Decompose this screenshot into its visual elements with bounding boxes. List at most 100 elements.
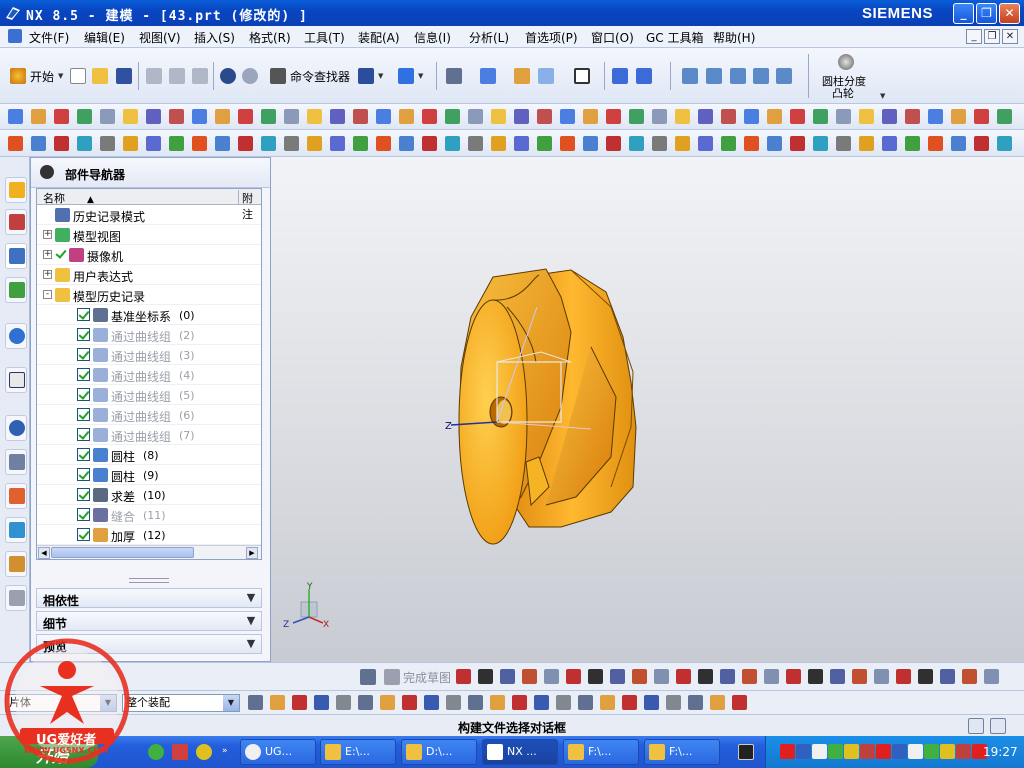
- toolbar-tool-icon[interactable]: [844, 744, 859, 759]
- menu-analysis[interactable]: 分析(L): [469, 29, 509, 46]
- constraint-navigator-tab[interactable]: [5, 209, 27, 235]
- menu-insert[interactable]: 插入(S): [194, 29, 235, 46]
- toolbar-tool-icon[interactable]: [402, 695, 417, 710]
- visible-check-icon[interactable]: [55, 248, 68, 261]
- column-name-header[interactable]: 名称 ▲: [43, 190, 94, 206]
- menu-view[interactable]: 视图(V): [139, 29, 181, 46]
- toolbar-tool-icon[interactable]: [330, 136, 345, 151]
- toolbar-tool-icon[interactable]: [675, 109, 690, 124]
- toolbar-tool-icon[interactable]: [808, 669, 823, 684]
- toolbar-tool-icon[interactable]: [721, 109, 736, 124]
- toolbar-tool-icon[interactable]: [330, 109, 345, 124]
- finish-sketch-button[interactable]: 完成草图: [403, 669, 451, 686]
- toolbar-tool-icon[interactable]: [905, 136, 920, 151]
- toolbar-tool-icon[interactable]: [491, 136, 506, 151]
- toolbar-tool-icon[interactable]: [962, 669, 977, 684]
- chevron-down-icon[interactable]: ▼: [243, 590, 259, 606]
- toolbar-tool-icon[interactable]: [446, 695, 461, 710]
- toolbar-tool-icon[interactable]: [238, 136, 253, 151]
- suppress-checkbox[interactable]: [77, 448, 90, 461]
- cylindrical-index-cam-label-2[interactable]: 凸轮: [832, 85, 854, 101]
- toolbar-tool-icon[interactable]: [31, 136, 46, 151]
- menu-file[interactable]: 文件(F): [29, 29, 69, 46]
- command-finder-button[interactable]: 命令查找器: [290, 68, 350, 85]
- tree-row[interactable]: + 用户表达式: [37, 265, 261, 285]
- toolbar-tool-icon[interactable]: [956, 744, 971, 759]
- toolbar-tool-icon[interactable]: [710, 695, 725, 710]
- toolbar-tool-icon[interactable]: [812, 744, 827, 759]
- doc-close-button[interactable]: ✕: [1002, 29, 1018, 44]
- part-navigator-tab[interactable]: [5, 243, 27, 269]
- tree-row[interactable]: 圆柱 (9): [37, 465, 261, 485]
- toolbar-tool-icon[interactable]: [284, 109, 299, 124]
- toolbar-tool-icon[interactable]: [445, 109, 460, 124]
- start-button[interactable]: 开始: [30, 68, 54, 85]
- toolbar-tool-icon[interactable]: [951, 109, 966, 124]
- toolbar-tool-icon[interactable]: [924, 744, 939, 759]
- toolbar-tool-icon[interactable]: [456, 669, 471, 684]
- toolbar-tool-icon[interactable]: [491, 109, 506, 124]
- selection-scope-combo[interactable]: 整个装配 ▼: [122, 694, 240, 712]
- suppress-checkbox[interactable]: [77, 408, 90, 421]
- reuse-library-tab[interactable]: [5, 277, 27, 303]
- toolbar-tool-icon[interactable]: [169, 109, 184, 124]
- taskbar-item-nx[interactable]: NX ...: [482, 739, 558, 765]
- toolbar-tool-icon[interactable]: [307, 109, 322, 124]
- render-style-icon[interactable]: [446, 68, 462, 84]
- maximize-button[interactable]: ❐: [976, 3, 997, 24]
- dropdown-icon[interactable]: ▼: [880, 92, 885, 100]
- toolbar-tool-icon[interactable]: [632, 669, 647, 684]
- toolbar-tool-icon[interactable]: [261, 136, 276, 151]
- toolbar-tool-icon[interactable]: [376, 136, 391, 151]
- toolbar-tool-icon[interactable]: [896, 669, 911, 684]
- menu-gc-toolkit[interactable]: GC 工具箱: [646, 29, 704, 46]
- toolbar-tool-icon[interactable]: [500, 669, 515, 684]
- toolbar-tool-icon[interactable]: [928, 109, 943, 124]
- toolbar-tool-icon[interactable]: [490, 695, 505, 710]
- toolbar-tool-icon[interactable]: [698, 136, 713, 151]
- toolbar-tool-icon[interactable]: [764, 669, 779, 684]
- undo-icon[interactable]: [220, 68, 236, 84]
- shaded-edges-icon[interactable]: [514, 68, 530, 84]
- expand-icon[interactable]: +: [43, 270, 52, 279]
- toolbar-tool-icon[interactable]: [882, 109, 897, 124]
- selection-tools[interactable]: [244, 691, 764, 715]
- toolbar-tool-icon[interactable]: [654, 669, 669, 684]
- toolbar-tool-icon[interactable]: [399, 109, 414, 124]
- toolbar-tool-icon[interactable]: [892, 744, 907, 759]
- tree-row[interactable]: + 摄像机: [37, 245, 261, 265]
- toolbar-tool-icon[interactable]: [666, 695, 681, 710]
- wcs-icon[interactable]: [636, 68, 652, 84]
- toolbar-tool-icon[interactable]: [876, 744, 891, 759]
- toolbar-tool-icon[interactable]: [445, 136, 460, 151]
- close-button[interactable]: ✕: [999, 3, 1020, 24]
- toolbar-tool-icon[interactable]: [169, 136, 184, 151]
- toolbar-tool-icon[interactable]: [578, 695, 593, 710]
- toolbar-tool-icon[interactable]: [629, 136, 644, 151]
- toolbar-tool-icon[interactable]: [997, 136, 1012, 151]
- menu-format[interactable]: 格式(R): [249, 29, 291, 46]
- quicklaunch-expand-icon[interactable]: »: [222, 746, 228, 756]
- toolbar-tool-icon[interactable]: [215, 109, 230, 124]
- start-dropdown-icon[interactable]: ▼: [58, 72, 63, 80]
- toolbar-tool-icon[interactable]: [192, 136, 207, 151]
- toolbar-tool-icon[interactable]: [424, 695, 439, 710]
- toolbar-tool-icon[interactable]: [813, 136, 828, 151]
- roles-tab[interactable]: [5, 551, 27, 577]
- toolbar-tool-icon[interactable]: [940, 744, 955, 759]
- sketch-tools[interactable]: [456, 663, 1016, 691]
- toolbar-tool-icon[interactable]: [522, 669, 537, 684]
- toolbar-tool-icon[interactable]: [622, 695, 637, 710]
- snap-point-icon[interactable]: [398, 68, 414, 84]
- quicklaunch-add-icon[interactable]: [148, 744, 164, 760]
- system-scene-tab[interactable]: [5, 585, 27, 611]
- tree-row[interactable]: 历史记录模式: [37, 205, 261, 225]
- tree-row[interactable]: 求差 (10): [37, 485, 261, 505]
- toolbar-tool-icon[interactable]: [376, 109, 391, 124]
- suppress-checkbox[interactable]: [77, 308, 90, 321]
- history-tab[interactable]: [5, 367, 27, 393]
- suppress-checkbox[interactable]: [77, 428, 90, 441]
- full-screen-icon[interactable]: [968, 718, 984, 734]
- menu-information[interactable]: 信息(I): [414, 29, 451, 46]
- collapse-icon[interactable]: -: [43, 290, 52, 299]
